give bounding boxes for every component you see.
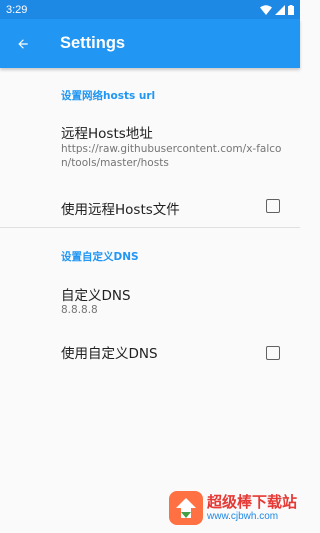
status-icons xyxy=(260,4,294,15)
section-header-hosts: 设置网络hosts url xyxy=(61,90,156,102)
use-custom-dns-checkbox[interactable] xyxy=(266,346,280,360)
watermark-url: www.cjbwh.com xyxy=(207,510,279,522)
pref-custom-dns-title: 自定义DNS xyxy=(61,288,131,304)
signal-icon xyxy=(275,4,285,15)
pref-remote-hosts-url[interactable]: 远程Hosts地址 https://raw.githubusercontent.… xyxy=(0,118,300,188)
pref-remote-hosts-url-summary: https://raw.githubusercontent.com/x-falc… xyxy=(61,143,282,169)
use-remote-hosts-checkbox[interactable] xyxy=(266,199,280,213)
status-time: 3:29 xyxy=(6,3,28,16)
pref-use-custom-dns-title: 使用自定义DNS xyxy=(61,346,158,362)
watermark-logo-icon xyxy=(169,491,203,525)
app-bar: Settings xyxy=(0,19,300,68)
status-bar: 3:29 xyxy=(0,0,300,19)
wifi-icon xyxy=(260,4,272,15)
page-title: Settings xyxy=(60,34,126,52)
section-divider xyxy=(0,227,300,228)
arrow-back-icon xyxy=(18,38,28,49)
pref-custom-dns[interactable]: 自定义DNS 8.8.8.8 xyxy=(0,279,300,329)
pref-use-remote-hosts[interactable]: 使用远程Hosts文件 xyxy=(0,192,300,226)
battery-icon xyxy=(288,4,294,15)
back-button[interactable] xyxy=(1,19,45,68)
pref-use-remote-hosts-title: 使用远程Hosts文件 xyxy=(61,202,180,218)
pref-custom-dns-summary: 8.8.8.8 xyxy=(61,304,98,316)
watermark: 超级棒下载站 www.cjbwh.com xyxy=(168,490,297,526)
pref-use-custom-dns[interactable]: 使用自定义DNS xyxy=(0,336,300,370)
section-header-dns: 设置自定义DNS xyxy=(61,251,139,263)
watermark-name: 超级棒下载站 xyxy=(207,492,298,511)
pref-remote-hosts-url-title: 远程Hosts地址 xyxy=(61,126,153,142)
